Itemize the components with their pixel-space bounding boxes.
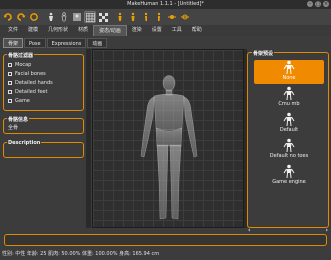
figure-icon xyxy=(283,60,295,74)
minimize-button[interactable]: – xyxy=(307,1,313,7)
checker-icon[interactable] xyxy=(97,11,109,23)
back-view-icon[interactable] xyxy=(127,11,139,23)
front-view-icon[interactable] xyxy=(114,11,126,23)
maximize-button[interactable]: □ xyxy=(315,1,321,7)
skeleton-icon xyxy=(283,164,295,178)
preset-label: Cmu mb xyxy=(278,101,300,107)
tab-pose-animate[interactable]: 姿态/动画 xyxy=(93,25,127,36)
preset-default-no-toes[interactable]: Default no toes xyxy=(254,138,324,162)
grid-icon[interactable] xyxy=(84,11,96,23)
tab-materials[interactable]: 材质 xyxy=(73,25,93,36)
status-bar: 性别: 中性 年龄: 25 肌肉: 50.00% 体重: 100.00% 身高:… xyxy=(2,251,160,257)
filter-label: Game xyxy=(15,97,30,104)
viewport-left-strip xyxy=(86,49,91,228)
left-view-icon[interactable] xyxy=(140,11,152,23)
filter-label: Detailed feet xyxy=(15,88,48,95)
bottom-view-icon[interactable] xyxy=(179,11,191,23)
filter-detailed-hands-checkbox[interactable]: Detailed hands xyxy=(4,78,83,87)
skeleton-icon xyxy=(283,86,295,100)
skeleton-icon xyxy=(283,112,295,126)
checkbox-box[interactable] xyxy=(8,62,12,67)
bone-info-title: 骨骼信息 xyxy=(7,116,30,123)
right-view-icon[interactable] xyxy=(153,11,165,23)
undo-icon[interactable] xyxy=(2,11,14,23)
3d-viewport[interactable] xyxy=(92,49,244,228)
checkbox-box[interactable] xyxy=(8,71,12,76)
progress-bar xyxy=(4,234,327,246)
window-title: MakeHuman 1.1.1 - [Untitled]* xyxy=(127,1,204,7)
tab-help[interactable]: 帮助 xyxy=(187,25,207,36)
tab-rendering[interactable]: 渲染 xyxy=(127,25,147,36)
preset-label: None xyxy=(282,75,296,81)
checkbox-box[interactable] xyxy=(8,80,12,85)
tab-geometries[interactable]: 几何形状 xyxy=(43,25,73,36)
filter-label: Facial bones xyxy=(15,70,46,77)
checkbox-box[interactable] xyxy=(8,98,12,103)
description-group: Description xyxy=(3,140,84,158)
toolbar xyxy=(0,9,331,25)
window-controls: – □ × xyxy=(307,1,329,7)
preset-none[interactable]: None xyxy=(254,60,324,84)
tab-settings[interactable]: 设置 xyxy=(147,25,167,36)
presets-title: 骨架预设 xyxy=(252,50,275,57)
filter-facial-bones-checkbox[interactable]: Facial bones xyxy=(4,69,83,78)
checkbox-box[interactable] xyxy=(8,89,12,94)
bone-filter-group: 骨骼过滤器 Mocap Facial bones Detailed hands … xyxy=(3,52,84,111)
filter-detailed-feet-checkbox[interactable]: Detailed feet xyxy=(4,87,83,96)
tab-utilities[interactable]: 工具 xyxy=(167,25,187,36)
subtab-animation[interactable]: 动画 xyxy=(87,37,108,48)
background-icon[interactable] xyxy=(71,11,83,23)
filter-label: Mocap xyxy=(15,61,32,68)
preset-label: Default no toes xyxy=(269,153,309,159)
preset-default[interactable]: Default xyxy=(254,112,324,136)
preset-game-engine[interactable]: Game engine xyxy=(254,164,324,188)
close-button[interactable]: × xyxy=(323,1,329,7)
smooth-icon[interactable] xyxy=(45,11,57,23)
skeleton-presets-panel: 骨架预设 None Cmu mb Default Default no toes… xyxy=(247,50,329,228)
sub-tabs: 骨架 Pose Expressions 动画 xyxy=(0,37,331,48)
bone-info-group: 骨骼信息 全骨 xyxy=(3,116,84,134)
filter-game-checkbox[interactable]: Game xyxy=(4,96,83,105)
tab-files[interactable]: 文件 xyxy=(3,25,23,36)
skeleton-icon xyxy=(283,138,295,152)
preset-label: Default xyxy=(279,127,299,133)
filter-mocap-checkbox[interactable]: Mocap xyxy=(4,60,83,69)
reset-icon[interactable] xyxy=(28,11,40,23)
main-tabs: 文件 建模 几何形状 材质 姿态/动画 渲染 设置 工具 帮助 xyxy=(0,25,331,36)
human-model-figure xyxy=(140,75,198,220)
tab-modelling[interactable]: 建模 xyxy=(23,25,43,36)
window-titlebar: MakeHuman 1.1.1 - [Untitled]* – □ × xyxy=(0,0,331,9)
subtab-expressions[interactable]: Expressions xyxy=(46,37,87,48)
filter-label: Detailed hands xyxy=(15,79,53,86)
preset-label: Game engine xyxy=(272,179,306,185)
subtab-pose[interactable]: Pose xyxy=(24,37,46,48)
preset-cmu-mb[interactable]: Cmu mb xyxy=(254,86,324,110)
subtab-skeleton[interactable]: 骨架 xyxy=(3,37,24,48)
redo-icon[interactable] xyxy=(15,11,27,23)
bone-filter-title: 骨骼过滤器 xyxy=(7,52,35,59)
right-panel-scrollbar[interactable] xyxy=(247,228,329,232)
top-view-icon[interactable] xyxy=(166,11,178,23)
wireframe-icon[interactable] xyxy=(58,11,70,23)
description-title: Description xyxy=(7,140,42,146)
